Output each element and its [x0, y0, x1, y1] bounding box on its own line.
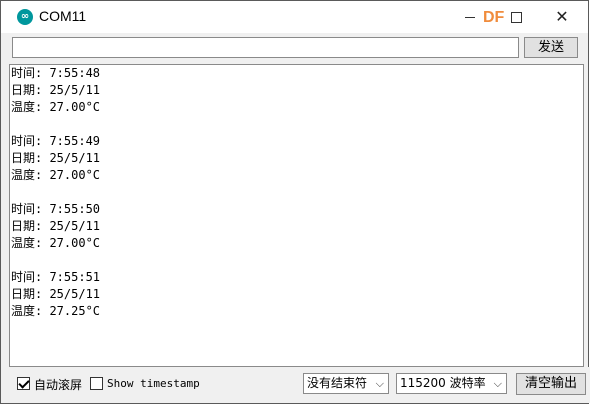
minimize-icon — [465, 17, 475, 18]
output-line: 时间: 7:55:51 — [11, 270, 101, 284]
arduino-logo-icon: ∞ — [17, 9, 33, 25]
output-line: 温度: 27.00°C — [11, 168, 101, 182]
show-timestamp-checkbox[interactable] — [90, 377, 103, 390]
autoscroll-label: 自动滚屏 — [34, 378, 83, 392]
close-button[interactable]: ✕ — [539, 1, 585, 33]
output-line: 日期: 25/5/11 — [11, 151, 101, 165]
autoscroll-checkbox[interactable] — [17, 377, 30, 390]
footer-bar: 自动滚屏 Show timestamp 没有结束符 ⌵ 115200 波特率 ⌵… — [1, 367, 590, 403]
output-line: 温度: 27.00°C — [11, 236, 101, 250]
line-ending-select[interactable]: 没有结束符 ⌵ — [303, 373, 389, 394]
output-line: 日期: 25/5/11 — [11, 287, 101, 301]
close-icon: ✕ — [555, 7, 569, 26]
chevron-down-icon: ⌵ — [375, 377, 384, 390]
chevron-down-icon: ⌵ — [493, 377, 502, 390]
show-timestamp-label: Show timestamp — [107, 377, 200, 390]
output-line: 温度: 27.00°C — [11, 100, 101, 114]
baud-rate-select[interactable]: 115200 波特率 ⌵ — [396, 373, 507, 394]
serial-monitor-window: ∞ COM11 DF ✕ 发送 时间: 7:55:48 日期: 25/5/11 温度… — [0, 0, 590, 404]
clear-output-button[interactable]: 清空输出 — [516, 373, 586, 395]
output-line: 日期: 25/5/11 — [11, 219, 101, 233]
line-ending-value: 没有结束符 — [307, 376, 368, 390]
maximize-button[interactable] — [493, 1, 539, 33]
window-title: COM11 — [39, 8, 87, 24]
minimize-button[interactable] — [447, 1, 493, 33]
output-line: 时间: 7:55:49 — [11, 134, 101, 148]
serial-output-area[interactable]: 时间: 7:55:48 日期: 25/5/11 温度: 27.00°C 时间: 7:… — [9, 64, 584, 367]
baud-rate-value: 115200 波特率 — [400, 376, 486, 390]
output-line: 日期: 25/5/11 — [11, 83, 101, 97]
serial-send-input[interactable] — [12, 37, 519, 58]
output-line: 温度: 27.25°C — [11, 304, 101, 318]
output-line: 时间: 7:55:48 — [11, 66, 101, 80]
output-line: 时间: 7:55:50 — [11, 202, 101, 216]
send-button[interactable]: 发送 — [524, 37, 578, 58]
maximize-icon — [510, 12, 522, 23]
title-bar[interactable]: ∞ COM11 DF ✕ — [1, 1, 588, 33]
